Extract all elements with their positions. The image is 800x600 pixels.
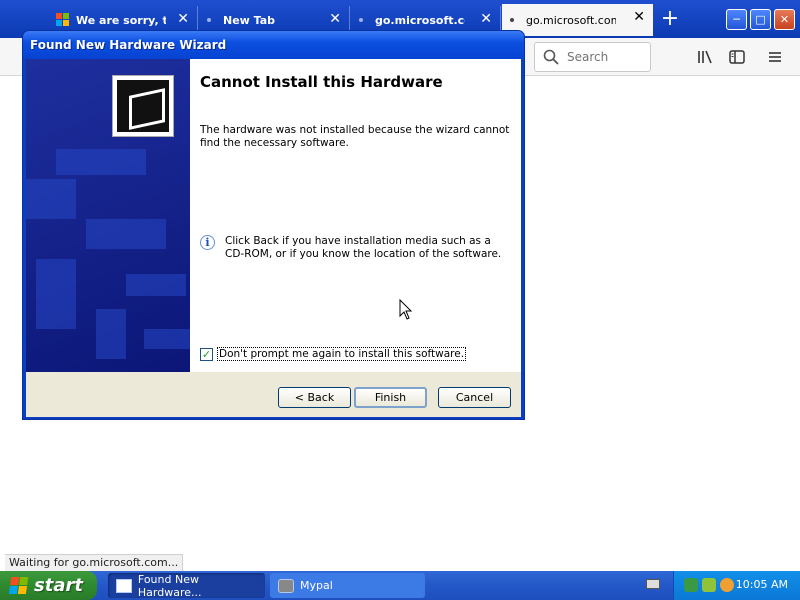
info-icon: i <box>200 235 215 250</box>
tab-label: go.microsoft.com/f <box>375 13 465 27</box>
tab-label: go.microsoft.com/f <box>526 13 616 27</box>
dont-prompt-label[interactable]: Don't prompt me again to install this so… <box>217 347 467 361</box>
tab-label: We are sorry, the p <box>76 13 166 27</box>
finish-button[interactable]: Finish <box>354 387 427 408</box>
wizard-title-bar[interactable]: Found New Hardware Wizard <box>23 31 524 59</box>
dont-prompt-checkbox[interactable]: ✓ <box>200 347 213 361</box>
taskbar: start Found New Hardware... Mypal 10:05 … <box>0 571 800 600</box>
close-tab-icon[interactable]: ✕ <box>480 11 492 27</box>
close-tab-icon[interactable]: ✕ <box>177 11 189 27</box>
wizard-app-icon <box>116 578 132 593</box>
search-placeholder: Search <box>567 50 609 64</box>
loading-dot-icon <box>359 18 363 22</box>
network-icon[interactable] <box>684 578 698 592</box>
wizard-title: Found New Hardware Wizard <box>30 38 227 52</box>
minimize-icon: ─ <box>733 13 740 26</box>
safely-remove-hardware-icon[interactable] <box>702 578 716 592</box>
start-label: start <box>34 575 83 596</box>
keyboard-icon[interactable] <box>646 579 660 589</box>
cancel-button[interactable]: Cancel <box>438 387 511 408</box>
wizard-body: Cannot Install this Hardware The hardwar… <box>26 59 521 417</box>
wizard-content: Cannot Install this Hardware The hardwar… <box>190 59 521 372</box>
hardware-wizard-dialog: Found New Hardware Wizard Cannot Install… <box>22 30 525 420</box>
taskbar-item-mypal[interactable]: Mypal <box>270 573 425 598</box>
taskbar-item-wizard[interactable]: Found New Hardware... <box>108 572 265 599</box>
decor-block <box>144 329 190 349</box>
hardware-icon-device <box>129 88 165 130</box>
tab-go-microsoft-2[interactable]: go.microsoft.com/f ✕ <box>502 4 653 36</box>
menu-icon[interactable] <box>766 48 784 66</box>
library-icon[interactable] <box>696 48 714 66</box>
wizard-hint: Click Back if you have installation medi… <box>225 235 502 260</box>
search-input[interactable]: Search <box>534 42 651 72</box>
back-button[interactable]: < Back <box>278 387 351 408</box>
wizard-heading: Cannot Install this Hardware <box>200 73 443 91</box>
hardware-icon <box>112 75 174 137</box>
close-window-button[interactable]: ✕ <box>774 9 795 30</box>
decor-block <box>56 149 146 175</box>
decor-block <box>126 274 186 296</box>
clock[interactable]: 10:05 AM <box>736 578 788 591</box>
decor-block <box>96 309 126 359</box>
close-icon: ✕ <box>779 13 790 26</box>
search-tray-icon[interactable] <box>720 578 734 592</box>
dont-prompt-checkbox-row[interactable]: ✓ Don't prompt me again to install this … <box>200 347 467 361</box>
decor-block <box>86 219 166 249</box>
close-tab-icon[interactable]: ✕ <box>633 9 645 25</box>
mypal-app-icon <box>278 578 294 593</box>
wizard-side-panel <box>26 59 190 372</box>
loading-dot-icon <box>207 18 211 22</box>
close-tab-icon[interactable]: ✕ <box>329 11 341 27</box>
decor-block <box>36 259 76 329</box>
wizard-message: The hardware was not installed because t… <box>200 124 510 149</box>
maximize-icon: □ <box>755 13 766 26</box>
system-tray: 10:05 AM <box>673 571 800 600</box>
new-tab-button[interactable]: + <box>656 8 684 32</box>
taskbar-item-label: Mypal <box>300 579 333 592</box>
microsoft-logo-icon <box>56 13 70 27</box>
loading-dot-icon <box>510 18 514 22</box>
hardware-icon-frame <box>117 80 169 132</box>
maximize-button[interactable]: □ <box>750 9 771 30</box>
sidebar-icon[interactable] <box>728 48 746 66</box>
start-button[interactable]: start <box>0 571 97 600</box>
taskbar-item-label: Found New Hardware... <box>137 572 202 599</box>
minimize-button[interactable]: ─ <box>726 9 747 30</box>
mouse-cursor-icon <box>399 299 413 320</box>
search-icon <box>543 49 559 65</box>
decor-block <box>26 179 76 219</box>
browser-status-text: Waiting for go.microsoft.com... <box>5 554 184 572</box>
windows-flag-icon <box>8 576 30 595</box>
tab-label: New Tab <box>223 13 276 27</box>
